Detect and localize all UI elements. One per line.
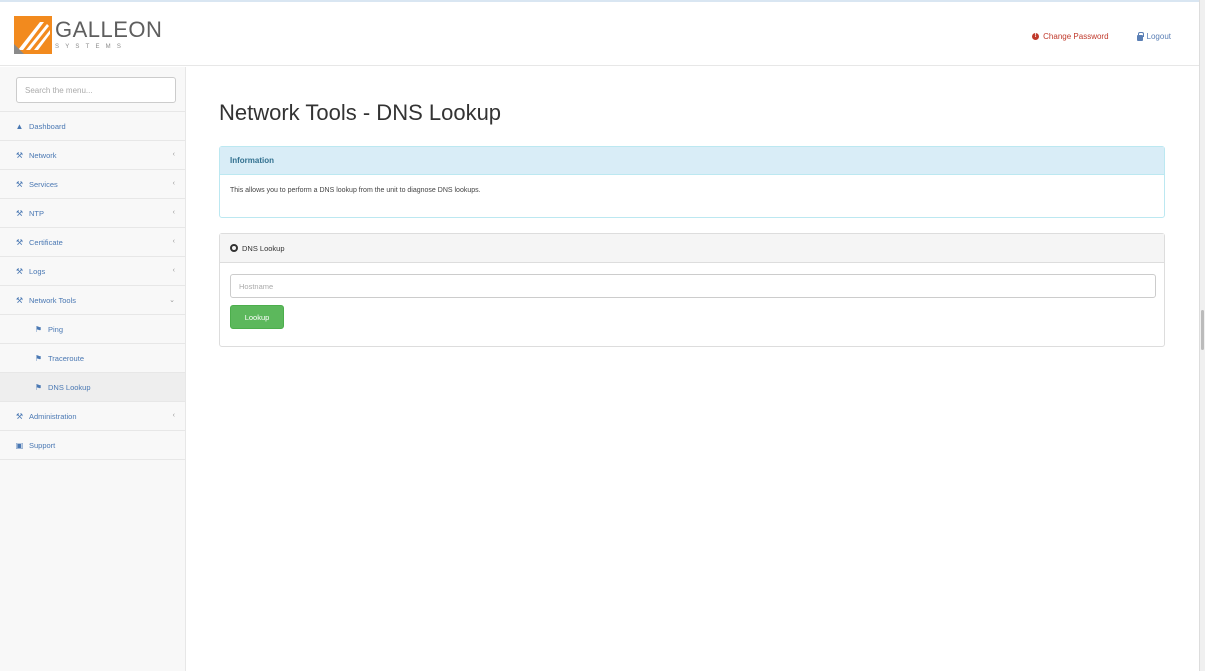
sidebar-item-traceroute[interactable]: ⚑ Traceroute (0, 344, 185, 373)
sidebar-item-label: DNS Lookup (48, 382, 91, 392)
sidebar-item-label: Support (29, 440, 56, 450)
sidebar-item-label: Logs (29, 266, 46, 276)
dashboard-icon: ▲ (15, 121, 24, 131)
dns-lookup-heading-label: DNS Lookup (242, 243, 285, 253)
sidebar-search-input[interactable] (16, 77, 176, 103)
wrench-icon: ⚒ (15, 411, 24, 421)
top-links: ! Change Password Logout (1032, 31, 1171, 41)
wrench-icon: ⚒ (15, 295, 24, 305)
chevron-left-icon: ‹ (172, 267, 175, 274)
top-navbar: GALLEON SYSTEMS ! Change Password Logout (0, 0, 1205, 66)
sidebar-item-services[interactable]: ⚒ Services ‹ (0, 170, 185, 199)
logo-word: GALLEON (55, 16, 163, 42)
sidebar-item-label: Ping (48, 324, 64, 334)
wrench-icon: ⚒ (15, 237, 24, 247)
sidebar-item-dashboard[interactable]: ▲ Dashboard (0, 112, 185, 141)
change-password-label: Change Password (1043, 32, 1109, 41)
sidebar-item-label: Certificate (29, 237, 63, 247)
galleon-logo[interactable]: GALLEON SYSTEMS (14, 16, 162, 54)
sidebar-item-ntp[interactable]: ⚒ NTP ‹ (0, 199, 185, 228)
sidebar-item-ping[interactable]: ⚑ Ping (0, 315, 185, 344)
sidebar-item-network[interactable]: ⚒ Network ‹ (0, 141, 185, 170)
page-scrollbar[interactable] (1199, 0, 1205, 671)
sidebar: ▲ Dashboard ⚒ Network ‹ ⚒ Services ‹ ⚒ N… (0, 67, 186, 671)
sidebar-item-label: Administration (29, 411, 77, 421)
dns-lookup-panel: DNS Lookup Lookup (219, 233, 1165, 347)
lock-icon (1136, 31, 1144, 41)
chevron-left-icon: ‹ (172, 412, 175, 419)
logo-subtitle: SYSTEMS (55, 43, 128, 50)
flag-icon: ⚑ (34, 353, 43, 363)
chevron-left-icon: ‹ (172, 180, 175, 187)
flag-icon: ⚑ (34, 324, 43, 334)
page-title: Network Tools - DNS Lookup (219, 100, 502, 125)
sidebar-item-network-tools[interactable]: ⚒ Network Tools ⌄ (0, 286, 185, 315)
sidebar-item-label: Network Tools (29, 295, 76, 305)
dns-lookup-panel-heading: DNS Lookup (220, 234, 1164, 263)
sidebar-item-label: Dashboard (29, 121, 66, 131)
sidebar-item-label: Network (29, 150, 57, 160)
sidebar-item-logs[interactable]: ⚒ Logs ‹ (0, 257, 185, 286)
wrench-icon: ⚒ (15, 208, 24, 218)
sidebar-item-administration[interactable]: ⚒ Administration ‹ (0, 402, 185, 431)
sidebar-search-wrap (0, 67, 185, 112)
change-password-link[interactable]: ! Change Password (1032, 32, 1109, 41)
wrench-icon: ⚒ (15, 179, 24, 189)
information-panel: Information This allows you to perform a… (219, 146, 1165, 218)
sidebar-item-dns-lookup[interactable]: ⚑ DNS Lookup (0, 373, 185, 402)
exclamation-circle-icon: ! (1032, 33, 1040, 40)
sidebar-item-certificate[interactable]: ⚒ Certificate ‹ (0, 228, 185, 257)
information-panel-heading: Information (220, 147, 1164, 175)
chevron-left-icon: ‹ (172, 209, 175, 216)
main-content: Network Tools - DNS Lookup Information T… (219, 67, 1167, 347)
logo-text: GALLEON SYSTEMS (55, 16, 163, 52)
chevron-left-icon: ‹ (172, 238, 175, 245)
logout-label: Logout (1146, 32, 1171, 41)
chevron-left-icon: ‹ (172, 151, 175, 158)
lookup-button[interactable]: Lookup (230, 305, 284, 329)
top-accent-line (0, 0, 1205, 2)
sidebar-item-label: Services (29, 179, 58, 189)
sidebar-item-support[interactable]: ▣ Support (0, 431, 185, 460)
logout-link[interactable]: Logout (1136, 31, 1171, 41)
wrench-icon: ⚒ (15, 150, 24, 160)
flag-icon: ⚑ (34, 382, 43, 392)
scrollbar-thumb[interactable] (1201, 310, 1204, 350)
hostname-input[interactable] (230, 274, 1156, 298)
galleon-logo-icon (14, 16, 52, 54)
gear-icon (230, 244, 238, 252)
sidebar-item-label: NTP (29, 208, 44, 218)
chevron-down-icon: ⌄ (169, 297, 175, 304)
wrench-icon: ⚒ (15, 266, 24, 276)
information-panel-body: This allows you to perform a DNS lookup … (230, 187, 481, 194)
sidebar-item-label: Traceroute (48, 353, 84, 363)
support-icon: ▣ (15, 440, 24, 450)
